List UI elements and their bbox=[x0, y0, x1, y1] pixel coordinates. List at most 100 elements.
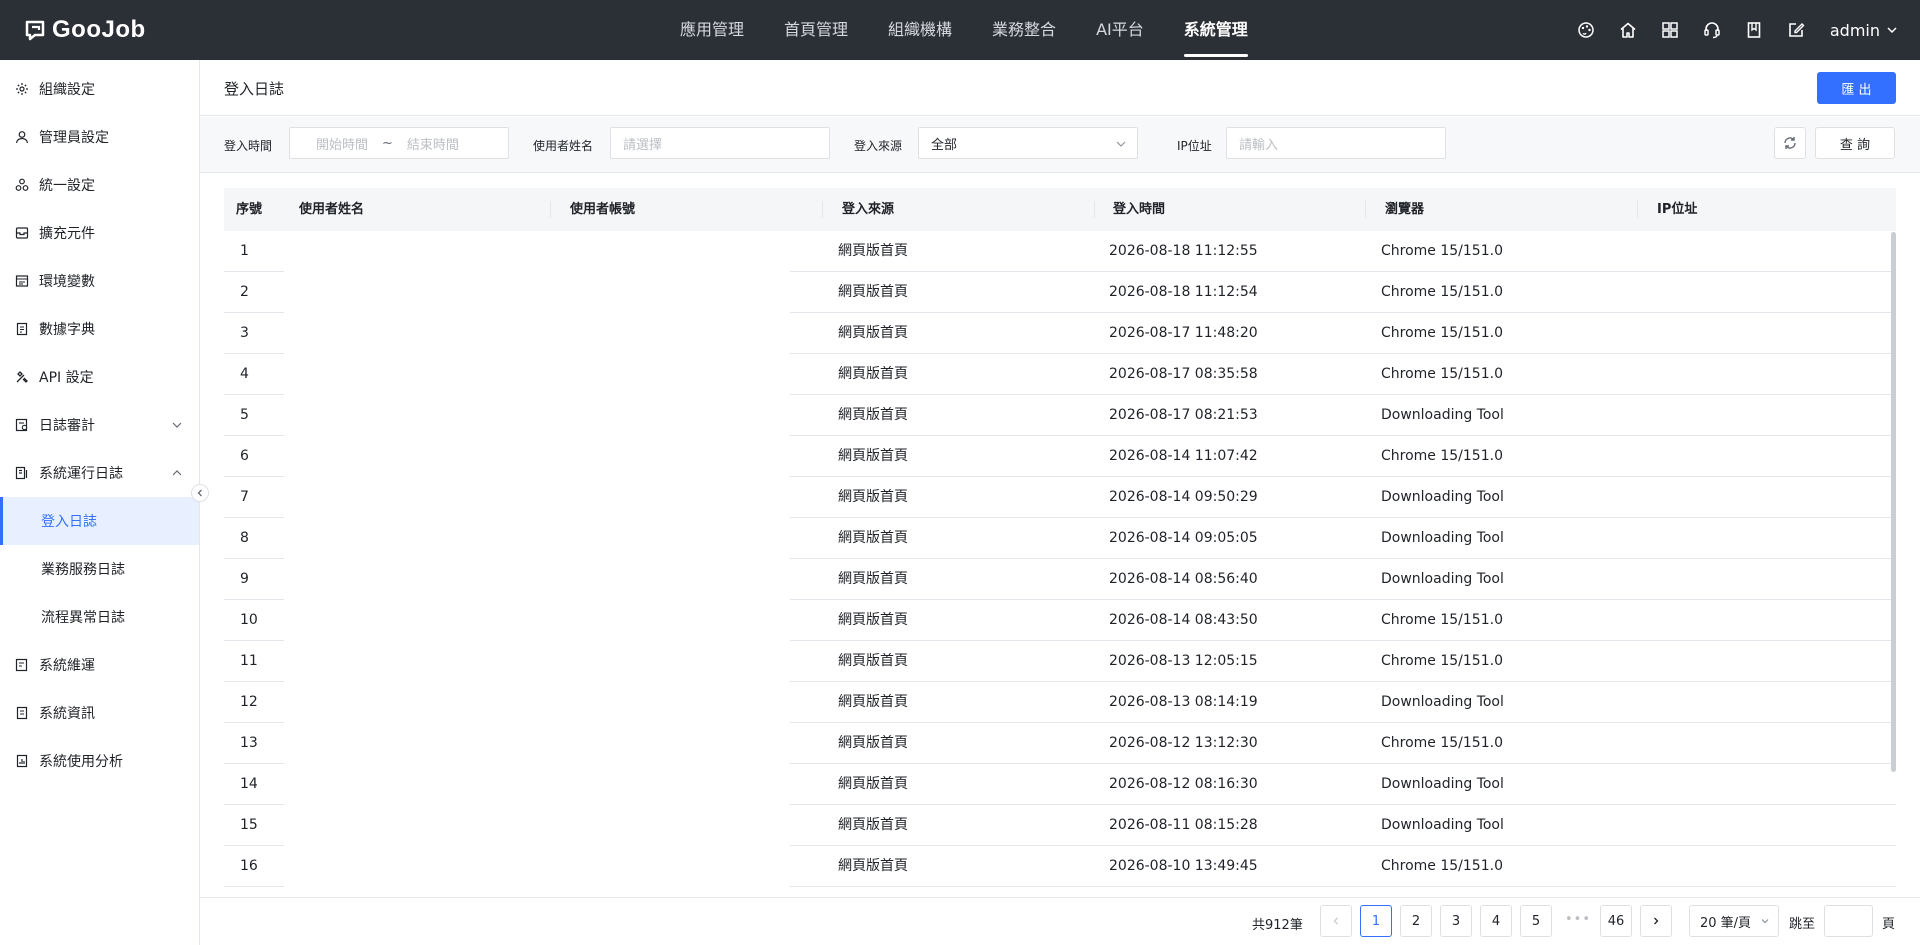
grid-icon[interactable] bbox=[1660, 20, 1680, 40]
sidebar-item-system-run-log[interactable]: 系統運行日誌 bbox=[0, 449, 199, 497]
cell-login-time: 2026-08-14 08:56:40 bbox=[1109, 571, 1258, 587]
login-source-value: 全部 bbox=[931, 137, 958, 153]
ip-placeholder: 請輸入 bbox=[1239, 137, 1279, 153]
cell-browser: Downloading Tool bbox=[1381, 694, 1504, 710]
sidebar-item-label: 日誌審計 bbox=[39, 418, 95, 434]
cell-index: 9 bbox=[240, 571, 249, 587]
sidebar-item-system-info[interactable]: 系統資訊 bbox=[0, 689, 199, 737]
query-button[interactable]: 查 詢 bbox=[1815, 127, 1895, 159]
cell-login-source: 網頁版首頁 bbox=[838, 530, 908, 546]
sidebar-item-unified-settings[interactable]: 統一設定 bbox=[0, 161, 199, 209]
headset-icon[interactable] bbox=[1702, 20, 1722, 40]
cell-browser: Chrome 15/151.0 bbox=[1381, 325, 1503, 341]
cell-login-time: 2026-08-11 08:15:28 bbox=[1109, 817, 1258, 833]
export-button[interactable]: 匯 出 bbox=[1817, 72, 1896, 104]
cell-login-source: 網頁版首頁 bbox=[838, 284, 908, 300]
sidebar-item-label: 系統使用分析 bbox=[39, 754, 123, 770]
sidebar-item-label: 流程異常日誌 bbox=[41, 610, 125, 626]
sidebar-item-business-service-log[interactable]: 業務服務日誌 bbox=[0, 545, 199, 593]
cell-login-source: 網頁版首頁 bbox=[838, 407, 908, 423]
page-button-3[interactable]: 3 bbox=[1440, 905, 1472, 937]
next-page-button[interactable] bbox=[1640, 905, 1672, 937]
table-row: 16 網頁版首頁 2026-08-10 13:49:45 Chrome 15/151.… bbox=[224, 846, 1896, 887]
sidebar-collapse-button[interactable] bbox=[191, 484, 209, 502]
user-menu[interactable]: admin bbox=[1830, 21, 1898, 40]
sidebar-item-data-dictionary[interactable]: 數據字典 bbox=[0, 305, 199, 353]
page-button-4[interactable]: 4 bbox=[1480, 905, 1512, 937]
sidebar-item-label: 管理員設定 bbox=[39, 130, 109, 146]
cell-login-source: 網頁版首頁 bbox=[838, 448, 908, 464]
nav-item-system-management[interactable]: 系統管理 bbox=[1164, 0, 1268, 60]
nav-item-organization[interactable]: 組織機構 bbox=[868, 0, 972, 60]
prev-page-button[interactable] bbox=[1320, 905, 1352, 937]
page-size-value: 20 筆/頁 bbox=[1700, 915, 1752, 931]
table-row: 11 網頁版首頁 2026-08-13 12:05:15 Chrome 15/151.… bbox=[224, 641, 1896, 682]
table-scrollbar[interactable] bbox=[1891, 232, 1896, 772]
cell-index: 4 bbox=[240, 366, 249, 382]
cell-index: 5 bbox=[240, 407, 249, 423]
sidebar-item-env-variables[interactable]: 環境變數 bbox=[0, 257, 199, 305]
maintenance-icon bbox=[15, 658, 29, 672]
sidebar-item-org-settings[interactable]: 組織設定 bbox=[0, 65, 199, 113]
cell-login-time: 2026-08-17 08:35:58 bbox=[1109, 366, 1258, 382]
palette-icon[interactable] bbox=[1576, 20, 1596, 40]
nav-item-app-management[interactable]: 應用管理 bbox=[660, 0, 764, 60]
col-header-browser: 瀏覽器 bbox=[1385, 202, 1425, 217]
end-time-placeholder: 結束時間 bbox=[406, 137, 459, 153]
sidebar-item-usage-analysis[interactable]: 系統使用分析 bbox=[0, 737, 199, 785]
nav-item-ai-platform[interactable]: AI平台 bbox=[1076, 0, 1164, 60]
refresh-icon bbox=[1784, 137, 1796, 149]
edit-icon[interactable] bbox=[1786, 20, 1806, 40]
sidebar-item-login-log[interactable]: 登入日誌 bbox=[0, 497, 199, 545]
page-button-last[interactable]: 46 bbox=[1600, 905, 1632, 937]
page-button-5[interactable]: 5 bbox=[1520, 905, 1552, 937]
cell-browser: Downloading Tool bbox=[1381, 530, 1504, 546]
top-toolbar: admin bbox=[1576, 0, 1898, 60]
sidebar-item-system-maintenance[interactable]: 系統維運 bbox=[0, 641, 199, 689]
page-size-select[interactable]: 20 筆/頁 bbox=[1689, 905, 1779, 937]
book-icon[interactable] bbox=[1744, 20, 1764, 40]
sidebar-item-api-settings[interactable]: API 設定 bbox=[0, 353, 199, 401]
username-select[interactable]: 請選擇 bbox=[610, 127, 830, 159]
cell-index: 10 bbox=[240, 612, 258, 628]
table-row: 5 網頁版首頁 2026-08-17 08:21:53 Downloading Too… bbox=[224, 395, 1896, 436]
table-row: 13 網頁版首頁 2026-08-12 13:12:30 Chrome 15/151.… bbox=[224, 723, 1896, 764]
row-divider bbox=[224, 886, 284, 887]
page-ellipsis[interactable]: ••• bbox=[1565, 912, 1591, 927]
tools-icon bbox=[15, 370, 29, 384]
cell-login-source: 網頁版首頁 bbox=[838, 366, 908, 382]
cell-login-source: 網頁版首頁 bbox=[838, 653, 908, 669]
page-button-2[interactable]: 2 bbox=[1400, 905, 1432, 937]
row-divider bbox=[790, 886, 1637, 887]
cell-login-time: 2026-08-14 09:50:29 bbox=[1109, 489, 1258, 505]
login-time-range-picker[interactable]: 開始時間 ~ 結束時間 bbox=[289, 127, 509, 159]
cell-browser: Chrome 15/151.0 bbox=[1381, 612, 1503, 628]
col-header-login-source: 登入來源 bbox=[842, 202, 895, 217]
logo-text: GooJob bbox=[52, 16, 146, 43]
username-placeholder: 請選擇 bbox=[623, 137, 663, 153]
page-button-1[interactable]: 1 bbox=[1360, 905, 1392, 937]
cell-login-source: 網頁版首頁 bbox=[838, 694, 908, 710]
login-time-label: 登入時間 bbox=[224, 139, 273, 153]
cell-login-time: 2026-08-17 11:48:20 bbox=[1109, 325, 1258, 341]
home-icon[interactable] bbox=[1618, 20, 1638, 40]
table-row: 4 網頁版首頁 2026-08-17 08:35:58 Chrome 15/151.0 bbox=[224, 354, 1896, 395]
sidebar-item-extensions[interactable]: 擴充元件 bbox=[0, 209, 199, 257]
sidebar-item-admin-settings[interactable]: 管理員設定 bbox=[0, 113, 199, 161]
cell-login-source: 網頁版首頁 bbox=[838, 776, 908, 792]
cell-browser: Chrome 15/151.0 bbox=[1381, 366, 1503, 382]
cell-browser: Chrome 15/151.0 bbox=[1381, 735, 1503, 751]
nav-item-home-management[interactable]: 首頁管理 bbox=[764, 0, 868, 60]
sidebar-item-process-exception-log[interactable]: 流程異常日誌 bbox=[0, 593, 199, 641]
logo[interactable]: GooJob bbox=[24, 15, 146, 45]
sidebar-item-label: 擴充元件 bbox=[39, 226, 95, 242]
col-header-index: 序號 bbox=[236, 202, 263, 217]
login-source-label: 登入來源 bbox=[854, 139, 903, 153]
refresh-button[interactable] bbox=[1774, 127, 1806, 159]
nav-item-business-integration[interactable]: 業務整合 bbox=[972, 0, 1076, 60]
jump-page-input[interactable] bbox=[1824, 905, 1873, 937]
sidebar-item-log-audit[interactable]: 日誌審計 bbox=[0, 401, 199, 449]
sidebar-item-label: 登入日誌 bbox=[41, 514, 97, 530]
login-source-select[interactable]: 全部 bbox=[918, 127, 1138, 159]
ip-input[interactable]: 請輸入 bbox=[1226, 127, 1446, 159]
